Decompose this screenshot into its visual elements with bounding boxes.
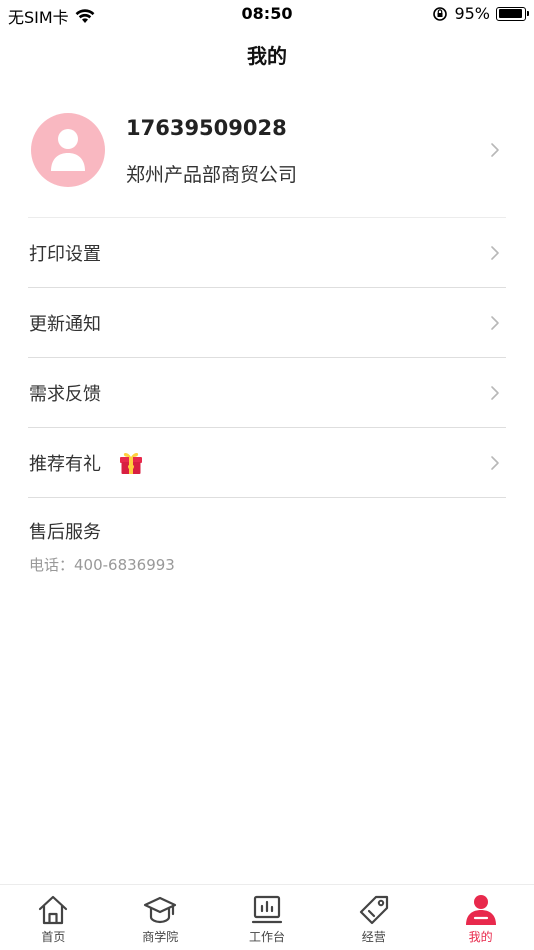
user-avatar-icon xyxy=(51,129,85,171)
battery-icon xyxy=(496,6,529,21)
battery-level xyxy=(498,9,523,18)
avatar[interactable] xyxy=(31,113,105,187)
graduation-cap-icon xyxy=(144,896,177,924)
status-right: 95% xyxy=(432,4,529,23)
tab-bar: 首页 商学院 工作台 经营 我的 xyxy=(0,884,534,950)
tab-academy[interactable]: 商学院 xyxy=(107,885,214,950)
menu-item-feedback[interactable]: 需求反馈 xyxy=(28,358,506,428)
chevron-right-icon xyxy=(491,143,499,157)
tab-label: 我的 xyxy=(468,930,493,944)
after-sales-title: 售后服务 xyxy=(29,522,101,543)
menu-item-label: 打印设置 xyxy=(29,244,101,265)
status-bar: 无SIM卡 08:50 95% xyxy=(0,0,534,28)
home-icon xyxy=(39,895,68,925)
menu-item-update-notice[interactable]: 更新通知 xyxy=(28,288,506,358)
profile-phone: 17639509028 xyxy=(126,116,287,140)
settings-menu: 打印设置 更新通知 需求反馈 推荐有礼 xyxy=(28,218,506,498)
tab-label: 商学院 xyxy=(142,930,179,944)
menu-item-label: 更新通知 xyxy=(29,314,101,335)
profile-card[interactable]: 17639509028 郑州产品部商贸公司 xyxy=(28,100,506,218)
chevron-right-icon xyxy=(491,316,499,330)
menu-item-label: 需求反馈 xyxy=(29,384,101,405)
battery-percent: 95% xyxy=(454,4,490,23)
tab-mine[interactable]: 我的 xyxy=(427,885,534,950)
after-sales-phone[interactable]: 电话：400-6836993 xyxy=(29,554,175,575)
menu-item-label: 推荐有礼 xyxy=(29,454,101,475)
tag-icon xyxy=(359,895,388,925)
tab-label: 工作台 xyxy=(248,930,285,944)
page-title: 我的 xyxy=(247,44,287,68)
tab-label: 经营 xyxy=(361,930,386,944)
after-sales-section: 售后服务 电话：400-6836993 xyxy=(29,518,175,575)
menu-item-referral[interactable]: 推荐有礼 xyxy=(28,428,506,498)
tab-label: 首页 xyxy=(41,930,66,944)
menu-item-print-settings[interactable]: 打印设置 xyxy=(28,218,506,288)
workbench-icon xyxy=(251,895,283,924)
gift-icon xyxy=(120,452,142,474)
profile-company: 郑州产品部商贸公司 xyxy=(126,164,298,186)
user-icon xyxy=(465,895,496,925)
chevron-right-icon xyxy=(491,246,499,260)
tab-business[interactable]: 经营 xyxy=(320,885,427,950)
orientation-lock-icon xyxy=(433,6,448,21)
tab-workbench[interactable]: 工作台 xyxy=(214,885,321,950)
chevron-right-icon xyxy=(491,456,499,470)
chevron-right-icon xyxy=(491,386,499,400)
tab-home[interactable]: 首页 xyxy=(0,885,107,950)
